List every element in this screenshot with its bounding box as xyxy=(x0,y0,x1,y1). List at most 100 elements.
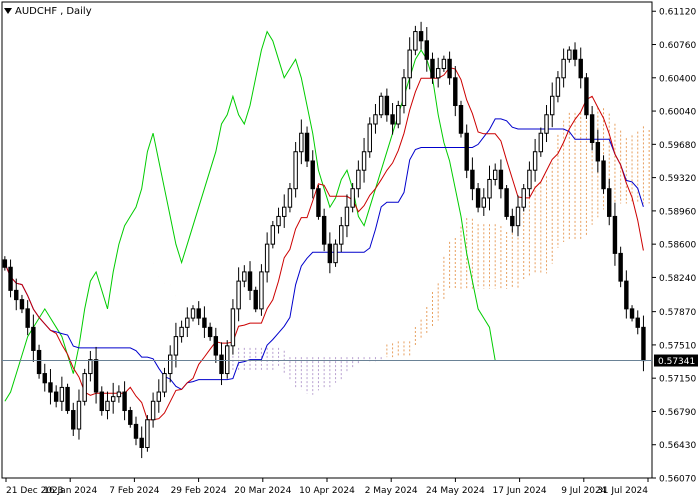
candle xyxy=(162,367,167,398)
candle xyxy=(287,182,293,213)
candle xyxy=(464,124,469,179)
candle-body-bear xyxy=(304,132,310,162)
candle xyxy=(561,48,566,88)
candle-body-bull xyxy=(567,49,572,60)
candle xyxy=(65,383,70,414)
candle xyxy=(259,264,264,316)
candle xyxy=(190,305,196,322)
candle-body-bull xyxy=(487,178,492,199)
x-tick-label: 17 Jun 2024 xyxy=(493,486,547,496)
candle-body-bull xyxy=(230,308,236,347)
candle-body-bull xyxy=(350,188,355,208)
kijun-sen-line xyxy=(4,118,644,391)
candle-body-bear xyxy=(25,308,30,328)
candle-body-bear xyxy=(430,58,435,79)
candle xyxy=(185,307,190,338)
candle-body-bear xyxy=(122,391,127,412)
candle xyxy=(578,47,583,89)
candle-body-bull xyxy=(299,132,304,153)
chart-area[interactable]: AUDCHF, Daily 0.61120 0.60760 0.60400 0.6004… xyxy=(0,0,700,500)
candle xyxy=(612,202,618,266)
candle xyxy=(492,163,498,186)
candle xyxy=(361,137,367,183)
candle xyxy=(321,208,327,252)
tenkan-sen-line xyxy=(4,67,644,421)
candle-body-bear xyxy=(128,410,133,425)
candle xyxy=(93,346,99,404)
candle-body-bear xyxy=(310,160,315,190)
candle xyxy=(567,46,572,63)
candle-body-bull xyxy=(367,123,372,153)
timeframe-label: Daily xyxy=(66,5,92,17)
candle-body-bear xyxy=(504,188,509,217)
candle xyxy=(8,259,13,298)
candle xyxy=(282,194,287,228)
candle xyxy=(498,159,504,199)
y-tick-label: 0.59320 xyxy=(659,174,696,184)
candle xyxy=(390,102,395,135)
candle-body-bull xyxy=(242,271,247,282)
candle xyxy=(595,129,601,173)
candle xyxy=(629,305,635,322)
candle xyxy=(344,194,350,238)
candle-body-bear xyxy=(418,31,424,42)
y-tick-label: 0.60400 xyxy=(659,74,696,84)
candle xyxy=(584,73,589,119)
chikou-span-line xyxy=(4,30,496,402)
candle xyxy=(407,37,412,90)
candle-body-bull xyxy=(88,359,93,375)
candle xyxy=(2,256,8,271)
candle-body-bull xyxy=(82,373,87,402)
ichimoku-chart[interactable]: 0.61120 0.60760 0.60400 0.60040 0.59680 0.593… xyxy=(0,0,700,500)
candle-body-bull xyxy=(550,95,555,116)
y-tick-label: 0.57510 xyxy=(659,341,696,351)
candle-body-bear xyxy=(14,289,19,301)
candle xyxy=(418,21,424,50)
candle xyxy=(339,216,344,253)
candle-body-bear xyxy=(424,40,429,60)
candle xyxy=(510,208,515,233)
candle-body-bear xyxy=(327,243,333,264)
candle-body-bull xyxy=(333,243,338,264)
candle-body-bull xyxy=(59,386,65,402)
candle-body-bear xyxy=(253,289,258,310)
candle xyxy=(276,207,281,234)
candle xyxy=(122,381,127,421)
candle xyxy=(550,82,555,128)
candle xyxy=(150,392,156,428)
candle-body-bear xyxy=(578,58,583,79)
candle-body-bull xyxy=(521,188,526,208)
candle xyxy=(207,322,213,341)
candle-body-bear xyxy=(93,359,99,393)
candle xyxy=(167,345,173,383)
candle xyxy=(310,150,315,199)
candle-body-bear xyxy=(447,58,452,79)
y-tick-label: 0.60040 xyxy=(659,108,696,118)
candle-body-bear xyxy=(464,132,469,171)
symbol-header[interactable]: AUDCHF, Daily xyxy=(4,4,92,18)
candle-body-bear xyxy=(316,188,321,217)
candle xyxy=(225,340,230,379)
candle xyxy=(76,389,82,440)
candle xyxy=(435,57,441,88)
candle xyxy=(219,342,224,386)
candle-body-bear xyxy=(510,215,515,227)
candle xyxy=(71,402,76,436)
candle xyxy=(293,141,298,198)
candle-body-bull xyxy=(378,95,384,116)
candle-body-bear xyxy=(618,252,623,282)
candle-body-bear xyxy=(498,169,504,190)
candle-body-bull xyxy=(515,206,521,227)
candle-body-bear xyxy=(641,326,646,362)
candle-body-bear xyxy=(247,271,253,291)
triangle-down-icon[interactable] xyxy=(4,8,12,14)
candle xyxy=(532,138,538,182)
candle xyxy=(475,182,481,213)
candle xyxy=(555,71,561,103)
candle xyxy=(453,66,458,117)
candle-body-bull xyxy=(344,206,350,227)
candle-body-bear xyxy=(207,326,213,338)
candle-body-bear xyxy=(48,382,53,393)
candle xyxy=(521,183,526,212)
symbol-separator: , xyxy=(60,5,64,17)
